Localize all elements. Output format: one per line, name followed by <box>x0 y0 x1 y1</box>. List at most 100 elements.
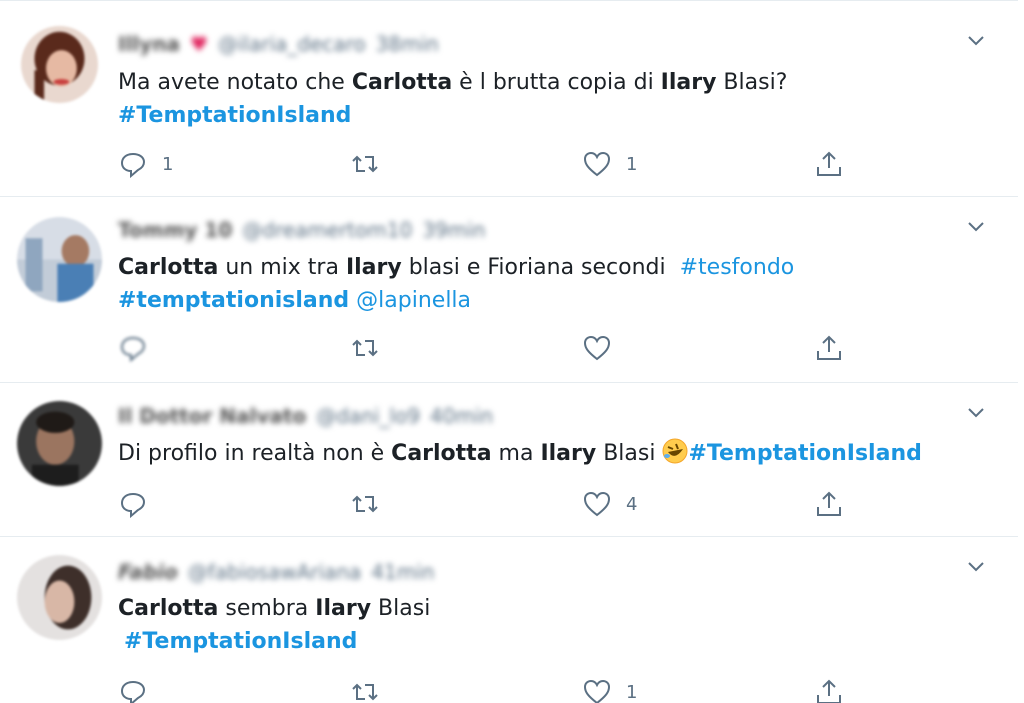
reply-button[interactable]: 1 <box>118 147 173 181</box>
reply-icon <box>120 680 146 703</box>
like-button[interactable]: 4 <box>582 487 637 521</box>
text-segment: Blasi <box>371 596 431 621</box>
tweet-header: Il Dottor Nalvato @dani_lo9 40min <box>118 403 493 429</box>
tweet-line: Carlotta sembra Ilary Blasi <box>118 592 430 625</box>
author-handle[interactable]: @ilaria_decaro <box>218 32 366 56</box>
highlight-text: Ilary <box>660 70 717 95</box>
author-handle[interactable]: @dani_lo9 <box>316 404 420 428</box>
tweet-header: Illyna ♥ @ilaria_decaro 38min <box>118 31 439 57</box>
like-icon <box>583 491 611 517</box>
tweet-line: Di profilo in realtà non è Carlotta ma I… <box>118 437 922 470</box>
tweet-header: Tommy 10 @dreamertom10 39min <box>118 217 485 243</box>
hashtag-link[interactable]: #temptationisland <box>118 288 349 313</box>
like-count: 1 <box>626 153 638 175</box>
tweet-text: Carlotta un mix tra Ilary blasi e Fioria… <box>118 251 794 317</box>
tweet-line: Ma avete notato che Carlotta è l brutta … <box>118 66 787 99</box>
tweet-actions: 4 <box>118 487 858 521</box>
highlight-text: Ilary <box>345 255 402 280</box>
reply-button[interactable] <box>118 487 162 521</box>
like-button[interactable]: 1 <box>582 147 637 181</box>
share-button[interactable] <box>814 675 844 703</box>
reply-button[interactable] <box>118 331 162 365</box>
like-count: 1 <box>626 681 638 703</box>
tweet-time[interactable]: 38min <box>376 32 439 56</box>
hashtag-link[interactable]: #TemptationIsland <box>118 103 351 128</box>
text-segment: Blasi? <box>716 70 788 95</box>
reply-icon <box>120 336 146 363</box>
like-button[interactable] <box>582 331 626 365</box>
author-handle[interactable]: @fabiosawAriana <box>188 560 361 584</box>
like-count: 4 <box>626 493 638 515</box>
avatar[interactable] <box>21 26 98 103</box>
chevron-down-icon[interactable] <box>966 31 986 51</box>
author-name[interactable]: Il Dottor Nalvato <box>118 404 306 428</box>
reply-button[interactable] <box>118 675 162 703</box>
chevron-down-icon[interactable] <box>966 557 986 577</box>
tweet-time[interactable]: 40min <box>430 404 493 428</box>
share-button[interactable] <box>814 331 844 365</box>
like-icon <box>583 679 611 703</box>
avatar[interactable] <box>17 217 102 302</box>
tweet-text: Ma avete notato che Carlotta è l brutta … <box>118 66 787 132</box>
chevron-down-icon[interactable] <box>966 403 986 423</box>
tweet[interactable]: Illyna ♥ @ilaria_decaro 38min Ma avete n… <box>0 0 1018 197</box>
hashtag-link[interactable]: #TemptationIsland <box>688 441 921 466</box>
tweet-feed: Illyna ♥ @ilaria_decaro 38min Ma avete n… <box>0 0 1018 703</box>
share-icon <box>817 151 841 176</box>
tweet-time[interactable]: 39min <box>422 218 485 242</box>
rofl-emoji <box>662 438 688 464</box>
reply-count: 1 <box>162 153 174 175</box>
avatar[interactable] <box>17 555 102 640</box>
bow-icon: ♥ <box>189 32 208 56</box>
hashtag-link[interactable]: #TemptationIsland <box>124 629 357 654</box>
tweet-header: Fabio @fabiosawAriana 41min <box>118 559 434 585</box>
retweet-button[interactable] <box>350 147 394 181</box>
tweet[interactable]: Fabio @fabiosawAriana 41min Carlotta sem… <box>0 537 1018 703</box>
share-icon <box>817 335 841 360</box>
retweet-button[interactable] <box>350 487 394 521</box>
reply-icon <box>120 152 146 179</box>
retweet-icon <box>352 155 378 173</box>
tweet[interactable]: Tommy 10 @dreamertom10 39min Carlotta un… <box>0 197 1018 383</box>
like-button[interactable]: 1 <box>582 675 637 703</box>
author-name[interactable]: Illyna <box>118 32 180 56</box>
share-button[interactable] <box>814 147 844 181</box>
retweet-button[interactable] <box>350 675 394 703</box>
highlight-text: Carlotta <box>351 70 453 95</box>
text-segment: un mix tra <box>218 255 346 280</box>
highlight-text: Carlotta <box>118 255 219 280</box>
author-name[interactable]: Fabio <box>118 560 178 584</box>
share-icon <box>817 491 841 516</box>
text-segment: sembra <box>218 596 316 621</box>
tweet-line: Carlotta un mix tra Ilary blasi e Fioria… <box>118 251 794 284</box>
tweet-text: Carlotta sembra Ilary Blasi #TemptationI… <box>118 592 430 658</box>
text-segment: Blasi <box>596 441 663 466</box>
text-segment: ma <box>491 441 541 466</box>
text-segment: Ma avete notato che <box>118 70 352 95</box>
text-segment: Di profilo in realtà non è <box>118 441 392 466</box>
tweet-text: Di profilo in realtà non è Carlotta ma I… <box>118 437 922 470</box>
chevron-down-icon[interactable] <box>966 217 986 237</box>
tweet-actions <box>118 331 858 365</box>
tweet[interactable]: Il Dottor Nalvato @dani_lo9 40min Di pro… <box>0 383 1018 537</box>
retweet-button[interactable] <box>350 331 394 365</box>
reply-icon <box>120 492 146 519</box>
tweet-actions: 1 <box>118 675 858 703</box>
highlight-text: Carlotta <box>391 441 492 466</box>
mention-link[interactable]: @lapinella <box>356 288 471 313</box>
like-icon <box>583 335 611 361</box>
highlight-text: Carlotta <box>118 596 219 621</box>
like-icon <box>583 151 611 177</box>
hashtag-link[interactable]: #tesfondo <box>680 255 795 280</box>
highlight-text: Ilary <box>540 441 597 466</box>
share-icon <box>817 679 841 703</box>
retweet-icon <box>352 495 378 513</box>
retweet-icon <box>352 339 378 357</box>
retweet-icon <box>352 683 378 701</box>
text-segment: blasi e Fioriana secondi <box>401 255 680 280</box>
author-name[interactable]: Tommy 10 <box>118 218 232 242</box>
share-button[interactable] <box>814 487 844 521</box>
tweet-time[interactable]: 41min <box>371 560 434 584</box>
author-handle[interactable]: @dreamertom10 <box>242 218 412 242</box>
avatar[interactable] <box>17 401 102 486</box>
